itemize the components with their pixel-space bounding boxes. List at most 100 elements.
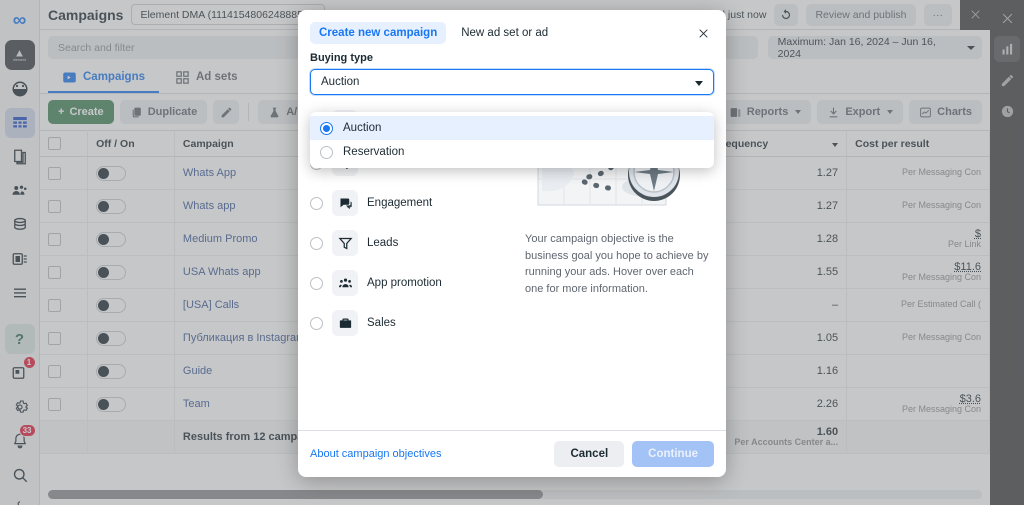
refresh-button[interactable] [774,4,798,26]
radio-selected-icon[interactable] [320,122,333,135]
row-toggle-cell[interactable] [88,322,175,355]
help-question-icon[interactable]: ? [5,324,35,354]
close-panel-icon[interactable] [994,5,1020,31]
objective-radio[interactable] [310,317,323,330]
account-badge-icon[interactable]: element [5,40,35,70]
cancel-button[interactable]: Cancel [554,441,624,467]
export-button[interactable]: Export [817,100,903,124]
close-icon[interactable] [692,22,714,44]
col-frequency[interactable]: Frequency [707,131,847,157]
row-checkbox[interactable] [48,365,61,378]
off-on-toggle[interactable] [96,265,126,280]
dropdown-option-auction[interactable]: Auction [310,116,714,140]
row-toggle-cell[interactable] [88,388,175,421]
row-select-cell[interactable] [40,388,88,421]
row-select-cell[interactable] [40,289,88,322]
select-all-header[interactable] [40,131,88,157]
review-publish-button[interactable]: Review and publish [806,4,915,26]
campaign-name-link[interactable]: Whats App [183,167,236,179]
campaign-name-link[interactable]: [USA] Calls [183,299,239,311]
row-select-cell[interactable] [40,355,88,388]
campaign-name-link[interactable]: USA Whats app [183,266,261,278]
about-campaign-objectives-link[interactable]: About campaign objectives [310,448,441,460]
reports-icon[interactable] [5,244,35,274]
history-clock-icon[interactable] [994,98,1020,124]
campaign-name-link[interactable]: Medium Promo [183,233,258,245]
grid-table-icon[interactable] [5,108,35,138]
edit-pencil-icon[interactable] [994,67,1020,93]
objective-option-leads[interactable]: Leads [310,223,515,263]
off-on-toggle[interactable] [96,331,126,346]
row-toggle-cell[interactable] [88,190,175,223]
dashboard-face-icon[interactable] [5,74,35,104]
row-toggle-cell[interactable] [88,157,175,190]
more-menu-button[interactable]: ··· [924,4,953,26]
scrollbar-thumb[interactable] [48,490,543,499]
row-select-cell[interactable] [40,322,88,355]
objective-radio[interactable] [310,197,323,210]
row-checkbox[interactable] [48,299,61,312]
close-window-button[interactable] [960,0,990,30]
date-range-selector[interactable]: Maximum: Jan 16, 2024 – Jun 16, 2024 [768,36,982,59]
pages-icon[interactable] [5,142,35,172]
row-toggle-cell[interactable] [88,223,175,256]
dropdown-option-reservation[interactable]: Reservation [310,140,714,164]
row-select-cell[interactable] [40,256,88,289]
buying-type-select[interactable]: Auction [310,69,714,95]
edit-button[interactable] [213,100,239,124]
news-icon[interactable]: 1 [5,358,35,388]
row-checkbox[interactable] [48,167,61,180]
charts-button[interactable]: Charts [909,100,982,124]
dropdown-option-auction-label: Auction [343,122,381,134]
duplicate-button[interactable]: Duplicate [120,100,208,124]
menu-lines-icon[interactable] [5,278,35,308]
off-on-toggle[interactable] [96,232,126,247]
reports-button[interactable]: Reports [719,100,812,124]
off-on-toggle[interactable] [96,166,126,181]
campaign-name-link[interactable]: Team [183,398,210,410]
billing-coins-icon[interactable] [5,210,35,240]
campaign-name-link[interactable]: Guide [183,365,212,377]
tab-campaigns[interactable]: Campaigns [48,63,159,93]
objective-label: Leads [367,237,398,249]
row-select-cell[interactable] [40,223,88,256]
row-select-cell[interactable] [40,157,88,190]
row-select-cell[interactable] [40,190,88,223]
continue-button[interactable]: Continue [632,441,714,467]
notifications-bell-icon[interactable]: 33 [5,426,35,456]
row-toggle-cell[interactable] [88,355,175,388]
download-icon [827,106,840,119]
audiences-icon[interactable] [5,176,35,206]
settings-gear-icon[interactable] [5,392,35,422]
objective-radio[interactable] [310,237,323,250]
off-on-toggle[interactable] [96,199,126,214]
row-checkbox[interactable] [48,398,61,411]
buying-type-label: Buying type [310,52,714,64]
account-selector[interactable]: Element DMA (1114154806248885) [131,4,325,25]
tab-create-new-campaign[interactable]: Create new campaign [310,22,446,44]
create-button[interactable]: + Create [48,100,114,124]
horizontal-scrollbar[interactable] [40,490,990,499]
search-icon[interactable] [5,460,35,490]
row-toggle-cell[interactable] [88,289,175,322]
objective-radio[interactable] [310,277,323,290]
off-on-toggle[interactable] [96,397,126,412]
chart-bars-icon[interactable] [994,36,1020,62]
row-checkbox[interactable] [48,200,61,213]
off-on-toggle[interactable] [96,364,126,379]
tab-new-adset-or-ad[interactable]: New ad set or ad [452,22,557,44]
objective-option-app-promotion[interactable]: App promotion [310,263,515,303]
select-all-checkbox[interactable] [48,137,61,150]
tab-adsets[interactable]: Ad sets [161,63,252,93]
row-checkbox[interactable] [48,233,61,246]
objective-option-engagement[interactable]: Engagement [310,183,515,223]
row-checkbox[interactable] [48,332,61,345]
campaign-name-link[interactable]: Whats app [183,200,236,212]
objective-option-sales[interactable]: Sales [310,303,515,343]
bug-icon[interactable] [5,494,35,505]
row-checkbox[interactable] [48,266,61,279]
scrollbar-track[interactable] [48,490,982,499]
row-toggle-cell[interactable] [88,256,175,289]
radio-unselected-icon[interactable] [320,146,333,159]
off-on-toggle[interactable] [96,298,126,313]
